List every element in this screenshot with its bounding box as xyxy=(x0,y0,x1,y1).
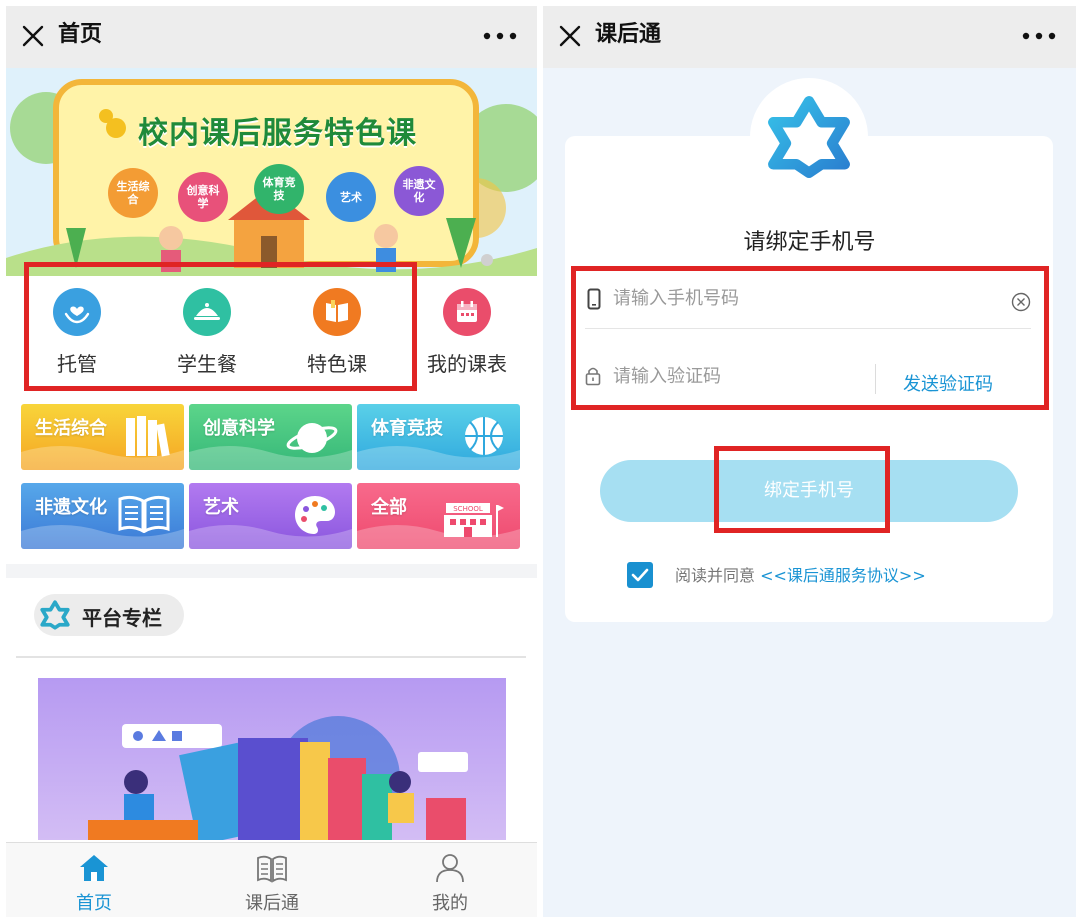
right-topbar: 课后通 xyxy=(543,6,1076,68)
category-label: 体育竞技 xyxy=(371,418,443,439)
divider xyxy=(16,656,526,658)
agreement-text: 阅读并同意 <<课后通服务协议>> xyxy=(675,562,926,586)
section-separator xyxy=(6,564,537,578)
promo-illustration xyxy=(88,716,468,840)
banner[interactable]: 校内课后服务特色课 生活综合 创意科学 体育竞技 艺术 非遗文化 xyxy=(6,68,537,276)
agree-label: 阅读并同意 xyxy=(675,566,756,585)
tab-kehoutong[interactable]: 课后通 xyxy=(212,853,332,915)
bind-title: 请绑定手机号 xyxy=(743,230,876,255)
quick-label: 我的课表 xyxy=(427,352,507,376)
more-icon[interactable] xyxy=(1022,32,1056,40)
platform-section-header: 平台专栏 xyxy=(34,594,184,636)
section-title: 平台专栏 xyxy=(82,606,162,630)
tab-home[interactable]: 首页 xyxy=(34,853,154,915)
page-title: 首页 xyxy=(58,22,103,47)
banner-bubble: 非遗文化 xyxy=(394,166,444,216)
more-icon[interactable] xyxy=(483,32,517,40)
service-agreement-link[interactable]: <<课后通服务协议>> xyxy=(760,566,926,585)
highlight-box xyxy=(571,266,1049,410)
carousel-dot[interactable] xyxy=(481,254,493,266)
banner-bubble: 生活综合 xyxy=(108,168,158,218)
calendar-icon xyxy=(443,288,491,336)
tab-mine[interactable]: 我的 xyxy=(390,853,510,915)
open-book-icon xyxy=(118,495,170,533)
home-screen: 首页 校内课后服务特色课 生活综合 创意科学 体育竞技 艺术 非遗文化 托管 学… xyxy=(6,6,537,917)
banner-bubble: 体育竞技 xyxy=(254,164,304,214)
promo-banner[interactable] xyxy=(38,678,506,840)
basketball-icon xyxy=(465,417,503,455)
category-tile-art[interactable]: 艺术 xyxy=(189,483,352,549)
banner-title: 校内课后服务特色课 xyxy=(138,116,417,151)
school-icon: SCHOOL xyxy=(444,503,504,537)
category-label: 全部 xyxy=(371,497,407,518)
bind-phone-screen: 课后通 请绑定手机号 请输入手机号码 请输入验证码 发送验证码 绑定手机号 阅读… xyxy=(543,6,1076,917)
app-logo-icon xyxy=(768,96,850,178)
quick-item-my-schedule[interactable]: 我的课表 xyxy=(412,288,522,377)
page-title: 课后通 xyxy=(595,22,662,47)
tab-label: 首页 xyxy=(76,893,112,914)
planet-icon xyxy=(286,423,338,453)
school-sign-text: SCHOOL xyxy=(453,505,483,513)
book-icon xyxy=(257,855,287,883)
banner-bubble: 创意科学 xyxy=(178,172,228,222)
home-icon xyxy=(80,855,108,881)
books-icon xyxy=(126,416,170,457)
banner-bubble: 艺术 xyxy=(326,172,376,222)
close-icon[interactable] xyxy=(20,23,46,49)
logo-disc xyxy=(750,78,868,196)
tab-label: 我的 xyxy=(432,893,468,914)
category-tile-heritage[interactable]: 非遗文化 xyxy=(21,483,184,549)
category-tile-science[interactable]: 创意科学 xyxy=(189,404,352,470)
app-logo-icon xyxy=(40,600,70,630)
close-icon[interactable] xyxy=(557,23,583,49)
check-icon xyxy=(631,568,649,582)
highlight-box xyxy=(714,446,890,533)
left-topbar: 首页 xyxy=(6,6,537,68)
category-tile-life[interactable]: 生活综合 xyxy=(21,404,184,470)
palette-icon xyxy=(295,496,335,534)
category-label: 创意科学 xyxy=(203,418,275,439)
tab-label: 课后通 xyxy=(245,893,299,914)
category-tile-sports[interactable]: 体育竞技 xyxy=(357,404,520,470)
category-label: 生活综合 xyxy=(35,418,107,439)
user-icon xyxy=(436,854,464,883)
category-tile-all[interactable]: 全部 SCHOOL xyxy=(357,483,520,549)
bottom-tab-bar: 首页 课后通 我的 xyxy=(6,842,537,917)
category-label: 艺术 xyxy=(203,497,239,518)
agree-checkbox[interactable] xyxy=(627,562,653,588)
category-label: 非遗文化 xyxy=(35,497,107,518)
highlight-box xyxy=(24,262,417,391)
